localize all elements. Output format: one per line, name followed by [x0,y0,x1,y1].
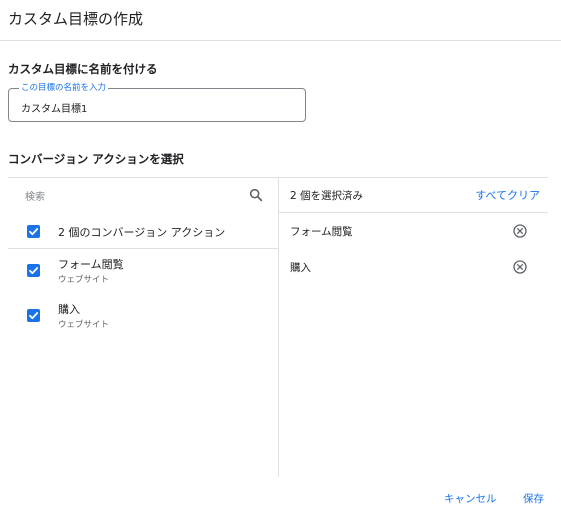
select-all-checkbox[interactable] [27,225,40,238]
checkbox-checked-icon [29,228,39,236]
goal-name-input[interactable]: カスタム目標1 [21,100,87,115]
cancel-button[interactable]: キャンセル [444,491,497,506]
conversion-item-form-view[interactable]: フォーム閲覧 ウェブサイト [8,249,278,293]
checkbox-checked-icon [29,312,39,320]
search-input[interactable]: 検索 [25,188,45,203]
conversion-item-type: ウェブサイト [58,275,110,285]
select-all-row[interactable]: 2 個のコンバージョン アクション [8,213,278,249]
close-circle-icon[interactable] [512,259,528,275]
search-icon[interactable] [248,187,264,203]
search-row[interactable]: 検索 [8,177,278,213]
checkbox-checked-icon [29,267,39,275]
conversion-item-checkbox[interactable] [27,309,40,322]
header-divider [0,40,561,41]
save-button[interactable]: 保存 [523,491,544,506]
conversion-item-checkbox[interactable] [27,264,40,277]
close-circle-icon[interactable] [512,223,528,239]
conversion-item-name: 購入 [58,303,80,316]
conversion-picker: 検索 2 個のコンバージョン アクション フォーム閲覧 ウェブサイト 購入 ウェ… [8,177,548,477]
panel-vertical-divider [278,177,279,477]
clear-all-button[interactable]: すべてクリア [475,187,540,203]
goal-name-field-label: この目標の名前を入力 [19,83,109,93]
goal-name-field[interactable]: この目標の名前を入力 カスタム目標1 [8,83,306,122]
conversion-section-label: コンバージョン アクションを選択 [8,152,184,166]
dialog-title: カスタム目標の作成 [8,10,144,28]
name-section-label: カスタム目標に名前を付ける [8,62,158,76]
conversion-item-type: ウェブサイト [58,320,110,330]
conversion-item-name: フォーム閲覧 [58,258,124,271]
select-all-label: 2 個のコンバージョン アクション [58,226,226,239]
conversion-item-purchase[interactable]: 購入 ウェブサイト [8,294,278,338]
